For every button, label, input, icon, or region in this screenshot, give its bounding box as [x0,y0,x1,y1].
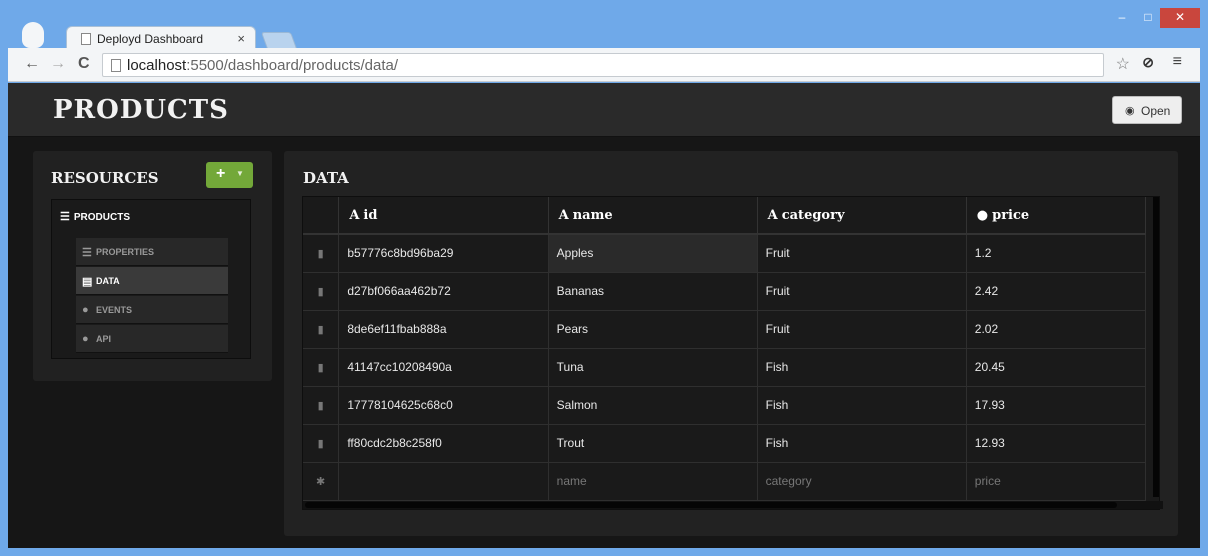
cell-name[interactable]: Bananas [548,272,758,311]
title-bar: Deployd Dashboard × [8,8,1200,50]
horizontal-scrollbar[interactable] [303,501,1163,509]
window-inner: Deployd Dashboard × ← → C localhost:5500… [8,8,1200,548]
cell-id[interactable]: b57776c8bd96ba29 [338,234,549,273]
cell-id[interactable]: 17778104625c68c0 [338,386,549,425]
resource-products[interactable]: ☰ PRODUCTS [60,210,130,223]
table-row[interactable]: ▮ b57776c8bd96ba29 Apples Fruit 1.2 [303,234,1147,273]
cell-id[interactable]: 41147cc10208490a [338,348,549,387]
page-icon [111,59,121,72]
scrollbar-thumb[interactable] [305,502,1117,508]
cell-name[interactable]: Salmon [548,386,758,425]
reload-icon[interactable]: C [78,55,90,73]
list-icon: ☰ [60,211,70,223]
cell-price[interactable]: 2.02 [966,310,1147,349]
column-header-name[interactable]: Aname [548,197,758,235]
page-icon [81,33,91,45]
info-icon: ● [82,333,89,345]
column-header-price[interactable]: ● price [966,197,1147,235]
table-icon: ▤ [82,276,93,288]
data-panel: DATA Aid Aname Acategory ● price ▮ b5777… [284,151,1178,536]
table-row[interactable]: ▮ 8de6ef11fbab888a Pears Fruit 2.02 [303,310,1147,349]
trash-icon[interactable]: ▮ [303,272,340,311]
page-header: PRODUCTS ◉ Open [8,83,1200,137]
cell-category[interactable]: Fruit [757,234,967,273]
address-bar[interactable]: localhost:5500/dashboard/products/data/ [102,53,1104,77]
cell-price[interactable]: 17.93 [966,386,1147,425]
data-table: Aid Aname Acategory ● price ▮ b57776c8bd9… [303,197,1147,501]
cell-category[interactable]: Fish [757,348,967,387]
page-title: PRODUCTS [53,95,229,125]
cell-name[interactable]: Apples [548,234,758,273]
browser-logo-icon [22,22,44,48]
column-header-id[interactable]: Aid [338,197,549,235]
cell-name[interactable]: Trout [548,424,758,463]
resources-title: RESOURCES [51,169,159,187]
browser-toolbar: ← → C localhost:5500/dashboard/products/… [8,48,1200,82]
new-category-input[interactable]: category [757,462,967,501]
cell-price[interactable]: 2.42 [966,272,1147,311]
new-price-input[interactable]: price [966,462,1147,501]
cell-category[interactable]: Fish [757,424,967,463]
cell-id[interactable]: 8de6ef11fbab888a [338,310,549,349]
table-row[interactable]: ▮ 17778104625c68c0 Salmon Fish 17.93 [303,386,1147,425]
cell-price[interactable]: 20.45 [966,348,1147,387]
exclamation-icon: ● [82,304,89,316]
open-button[interactable]: ◉ Open [1112,96,1182,124]
trash-icon[interactable]: ▮ [303,234,340,273]
menu-icon[interactable]: ≡ [1173,53,1182,71]
table-row[interactable]: ▮ ff80cdc2b8c258f0 Trout Fish 12.93 [303,424,1147,463]
cell-category[interactable]: Fruit [757,310,967,349]
new-tab-button[interactable] [260,32,298,49]
new-name-input[interactable]: name [548,462,758,501]
browser-tab[interactable]: Deployd Dashboard × [66,26,256,50]
trash-icon[interactable]: ▮ [303,424,340,463]
resources-panel: RESOURCES + ▼ ☰PRODUCTS ☰ PROPERTIES ▤ [33,151,272,381]
data-title: DATA [303,169,349,187]
header-blank [303,197,340,235]
tab-title: Deployd Dashboard [97,32,204,46]
page-content: PRODUCTS ◉ Open RESOURCES + ▼ ☰PRODUCTS [8,83,1200,548]
bookmark-star-icon[interactable]: ☆ [1116,54,1130,74]
cell-id[interactable]: d27bf066aa462b72 [338,272,549,311]
data-grid: Aid Aname Acategory ● price ▮ b57776c8bd9… [302,196,1163,510]
sidebar-item-data[interactable]: ▤ DATA [76,267,228,295]
sidebar-item-properties[interactable]: ☰ PROPERTIES [76,238,228,266]
cell-price[interactable]: 1.2 [966,234,1147,273]
tab-close-icon[interactable]: × [237,31,245,46]
new-row[interactable]: ✱ name category price [303,462,1147,501]
caret-down-icon: ▼ [236,169,244,178]
add-resource-button[interactable]: + ▼ [206,162,253,188]
cell-category[interactable]: Fish [757,386,967,425]
asterisk-icon: ✱ [303,462,340,501]
extension-icon[interactable]: ⊘ [1142,54,1154,71]
maximize-button[interactable]: □ [1134,8,1162,28]
cell-category[interactable]: Fruit [757,272,967,311]
trash-icon[interactable]: ▮ [303,310,340,349]
cell-name[interactable]: Pears [548,310,758,349]
new-id-cell [338,462,549,501]
minimize-button[interactable]: ‒ [1108,8,1136,28]
url-text: localhost:5500/dashboard/products/data/ [127,57,399,74]
plus-icon: + [216,165,226,182]
table-row[interactable]: ▮ 41147cc10208490a Tuna Fish 20.45 [303,348,1147,387]
cell-name[interactable]: Tuna [548,348,758,387]
browser-window: Deployd Dashboard × ← → C localhost:5500… [0,0,1208,556]
open-button-label: Open [1141,104,1171,118]
table-row[interactable]: ▮ d27bf066aa462b72 Bananas Fruit 2.42 [303,272,1147,311]
eye-icon: ◉ [1125,105,1135,117]
vertical-scrollbar[interactable] [1153,197,1159,497]
cell-price[interactable]: 12.93 [966,424,1147,463]
trash-icon[interactable]: ▮ [303,348,340,387]
cell-id[interactable]: ff80cdc2b8c258f0 [338,424,549,463]
close-button[interactable]: ✕ [1160,8,1200,28]
sidebar-item-api[interactable]: ● API [76,325,228,353]
resource-tree: ☰PRODUCTS ☰ PROPERTIES ▤ DATA ● EVENTS [51,199,251,359]
back-arrow-icon[interactable]: ← [24,55,40,73]
sidebar-item-events[interactable]: ● EVENTS [76,296,228,324]
list-icon: ☰ [82,247,92,259]
forward-arrow-icon[interactable]: → [50,55,66,73]
column-header-category[interactable]: Acategory [757,197,967,235]
trash-icon[interactable]: ▮ [303,386,340,425]
